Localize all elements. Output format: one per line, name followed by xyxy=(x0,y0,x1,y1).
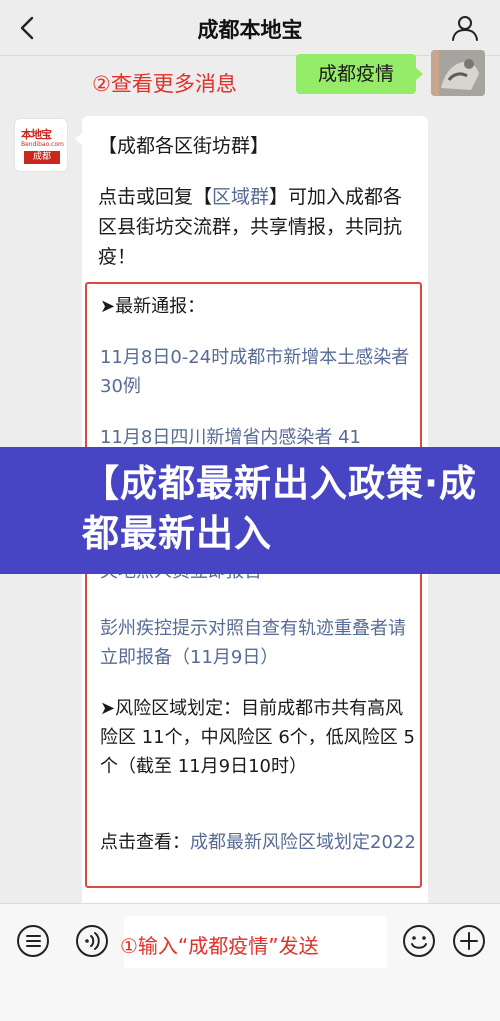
page-title: 成都本地宝 xyxy=(197,18,303,42)
risk-area-link[interactable]: 成都最新风险区域划定2022 xyxy=(190,832,416,853)
pengzhou-notice-link[interactable]: 彭州疾控提示对照自查有轨迹重叠者请立即报备（11月9日） xyxy=(100,614,416,672)
user-profile-icon[interactable] xyxy=(450,13,480,43)
banner-title: 【成都最新出入政策·成都最新出入 xyxy=(82,462,478,555)
view-more-annotation: ②查看更多消息 xyxy=(92,72,237,96)
voice-input-icon[interactable] xyxy=(74,923,110,959)
notice-section-title: ➤最新通报： xyxy=(100,296,206,317)
input-hint-annotation: ①输入“成都疫情”发送 xyxy=(120,934,319,958)
avatar-photo-icon xyxy=(431,50,485,96)
risk-area-text: ➤风险区域划定：目前成都市共有高风险区 11个，中风险区 6个，低风险区 5个（… xyxy=(100,698,415,777)
home-indicator-area xyxy=(0,1000,500,1021)
risk-area-link-line: 点击查看：成都最新风险区域划定2022 xyxy=(100,828,416,857)
logo-brand-text: 本地宝 xyxy=(21,128,52,141)
reply-header: 【成都各区街坊群】 xyxy=(98,135,270,157)
click-view-label: 点击查看： xyxy=(100,832,190,853)
menu-icon[interactable] xyxy=(15,923,51,959)
plus-icon[interactable] xyxy=(451,923,487,959)
my-avatar[interactable] xyxy=(431,50,485,96)
news-link-1[interactable]: 11月8日0-24时成都市新增本土感染者 30例 xyxy=(100,343,416,401)
bot-avatar[interactable]: 本地宝 Bendibao.com 成都 xyxy=(14,118,68,172)
logo-domain-text: Bendibao.com xyxy=(21,141,64,148)
intro-text-pre: 点击或回复【 xyxy=(98,186,213,208)
emoji-icon[interactable] xyxy=(401,923,437,959)
area-group-link[interactable]: 区域群 xyxy=(212,186,269,208)
reply-intro: 点击或回复【区域群】可加入成都各区县街坊交流群，共享情报，共同抗疫！ xyxy=(98,182,418,272)
sent-message-bubble[interactable]: 成都疫情 xyxy=(296,54,423,94)
top-nav-bar: 成都本地宝 xyxy=(0,0,500,56)
title-banner: 【成都最新出入政策·成都最新出入 xyxy=(0,447,500,574)
logo-city-text: 成都 xyxy=(24,151,60,164)
